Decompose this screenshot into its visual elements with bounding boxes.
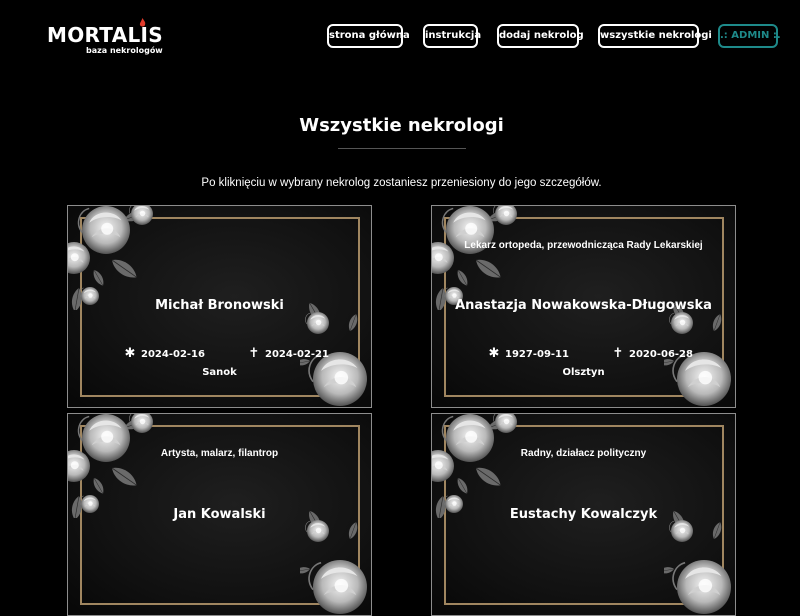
logo-subtitle: baza nekrologów [86,46,163,55]
flowers-decoration [67,205,164,310]
flowers-decoration [67,413,164,518]
obituary-name: Eustachy Kowalczyk [509,507,658,522]
birth-date: 1927-09-11 [505,349,569,360]
obituary-name: Anastazja Nowakowska-Długowska [455,298,712,313]
obituary-death: ✝ 2024-02-21 [248,346,329,361]
obituary-place: Sanok [202,367,237,378]
asterisk-icon: ✱ [488,346,500,361]
nav-admin[interactable]: .: ADMIN :. [718,24,781,48]
nav-add-obituary[interactable]: dodaj nekrolog [497,24,584,48]
title-divider [338,148,466,149]
obituary-place: Olsztyn [562,367,605,378]
obituary-card[interactable]: Radny, działacz polityczny Eustachy Kowa… [431,413,736,616]
obituary-card[interactable]: Michał Bronowski ✱ 2024-02-16 ✝ 2024-02-21… [67,205,372,408]
site-logo[interactable]: MORTALIS baza nekrologów [47,18,167,62]
obituary-birth: ✱ 2024-02-16 [124,346,205,361]
death-date: 2020-06-28 [629,349,693,360]
cross-icon: ✝ [612,346,624,361]
obituary-name: Michał Bronowski [155,298,284,313]
flowers-decoration [431,413,528,518]
cross-icon: ✝ [248,346,260,361]
obituary-death: ✝ 2020-06-28 [612,346,693,361]
site-header: MORTALIS baza nekrologów strona główna i… [0,0,800,80]
obituary-card[interactable]: Lekarz ortopeda, przewodnicząca Rady Lek… [431,205,736,408]
obituary-role: Lekarz ortopeda, przewodnicząca Rady Lek… [464,240,703,251]
obituary-birth: ✱ 1927-09-11 [488,346,569,361]
birth-date: 2024-02-16 [141,349,205,360]
page-title: Wszystkie nekrologi [299,115,504,136]
obituary-role: Radny, działacz polityczny [520,448,647,459]
flowers-decoration [431,205,528,310]
death-date: 2024-02-21 [265,349,329,360]
flowers-decoration [300,509,372,616]
flowers-decoration [664,509,736,616]
nav-home[interactable]: strona główna [327,24,410,48]
flame-icon [139,18,146,27]
nav-instructions[interactable]: instrukcja [423,24,481,48]
asterisk-icon: ✱ [124,346,136,361]
page-subtitle: Po kliknięciu w wybrany nekrolog zostani… [201,177,602,189]
nav-all-obituaries[interactable]: wszystkie nekrologi [598,24,712,48]
obituary-role: Artysta, malarz, filantrop [160,448,279,459]
obituary-card[interactable]: Artysta, malarz, filantrop Jan Kowalski [67,413,372,616]
obituary-name: Jan Kowalski [173,507,266,522]
